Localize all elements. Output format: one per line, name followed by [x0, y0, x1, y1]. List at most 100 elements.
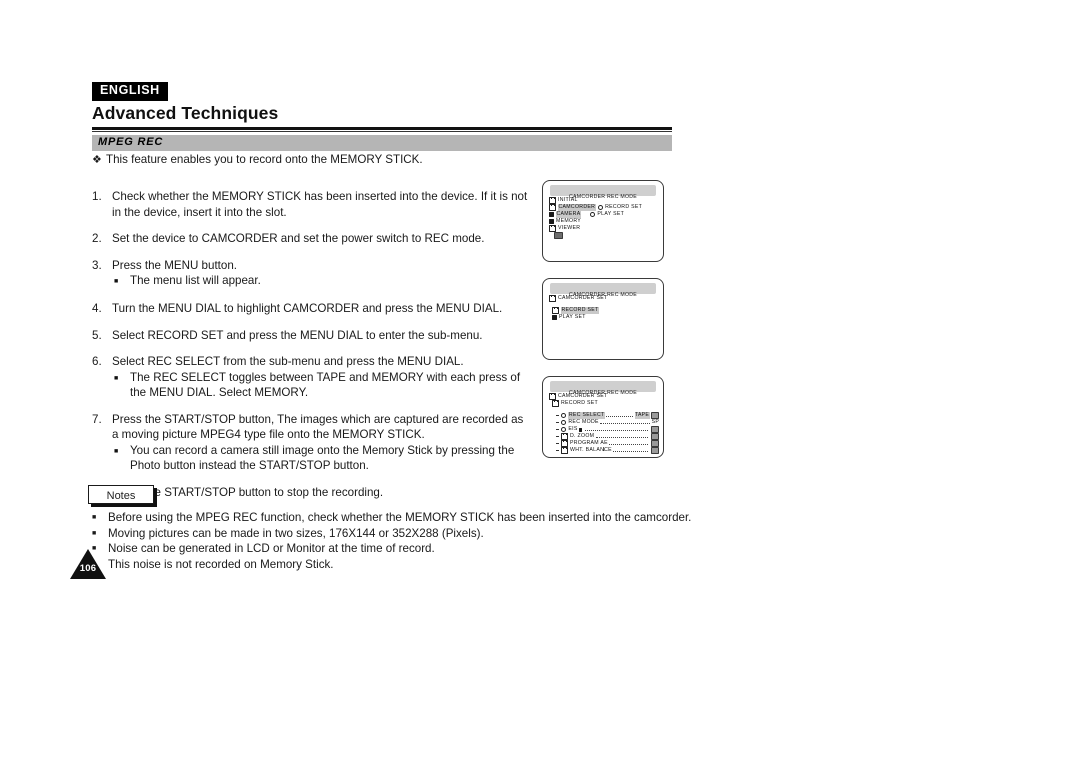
folder-icon — [552, 306, 559, 314]
lcd-menu-label: REC MODE — [568, 419, 599, 425]
ring-icon — [561, 412, 567, 419]
folder-icon — [549, 224, 556, 232]
notes-label: Notes — [106, 490, 136, 502]
lcd-menu-label: RECORD SET — [561, 400, 599, 406]
step-item: 8.Press the START/STOP button to stop th… — [92, 485, 532, 501]
steps-list: 1. Check whether the MEMORY STICK has bee… — [92, 189, 532, 511]
title-divider-secondary — [92, 131, 672, 132]
step-row: 3. Press the MENU button. — [92, 258, 532, 274]
step-number: 4. — [92, 302, 102, 315]
step-text: Press the START/STOP button to stop the … — [112, 485, 384, 499]
battery-icon — [554, 232, 563, 239]
ring-icon — [597, 204, 604, 211]
section-title: MPEG REC — [98, 136, 164, 148]
lcd-battery-indicator — [549, 232, 659, 239]
lcd-menu-item-rec-select: REC SELECT TAPE — [549, 412, 659, 419]
step-subnote: ■ The REC SELECT toggles between TAPE and… — [114, 370, 532, 401]
leader-dots — [606, 412, 634, 418]
lcd-menu-item-memory: MEMORY — [549, 218, 659, 225]
folder-icon — [561, 432, 568, 440]
step-row: 5. Select RECORD SET and press the MENU D… — [92, 328, 532, 344]
page-number-badge: 106 — [70, 549, 106, 579]
eis-symbol-icon — [578, 427, 582, 432]
step-text: Press the START/STOP button, The images … — [112, 412, 524, 442]
lcd-menu-value: SP — [651, 419, 659, 425]
note-item: ■ Noise can be generated in LCD or Monito… — [92, 541, 672, 557]
step-text: Select RECORD SET and press the MENU DIA… — [112, 328, 483, 342]
dash-icon — [556, 443, 559, 444]
lcd-menu-item-record-set: RECORD SET — [549, 399, 659, 407]
lcd-menu-body: CAMCORDER SET RECORD SET PLAY SET — [549, 294, 659, 356]
step-number: 1. — [92, 190, 102, 203]
step-item: 7. Press the START/STOP button, The image… — [92, 412, 532, 474]
step-row: 8.Press the START/STOP button to stop th… — [92, 485, 532, 501]
step-subnote-text: The menu list will appear. — [130, 274, 261, 287]
step-row: 7. Press the START/STOP button, The image… — [92, 412, 532, 443]
diamond-bullet-icon: ❖ — [92, 154, 102, 166]
lcd-menu-label: D. ZOOM — [570, 433, 595, 439]
step-text: Select REC SELECT from the sub-menu and … — [112, 355, 464, 368]
note-text: Noise can be generated in LCD or Monitor… — [108, 542, 435, 555]
lcd-menu-label: MEMORY — [556, 218, 582, 224]
ring-icon — [561, 419, 567, 426]
intro-text: This feature enables you to record onto … — [106, 153, 423, 166]
lcd-menu-label: VIEWER — [558, 225, 581, 231]
lcd-screen-record-set-submenu: CAMCORDER REC MODE CAMCORDER SET RECORD … — [542, 376, 664, 458]
lcd-screen-menu-main: CAMCORDER REC MODE INITIAL CAMCORDER REC… — [542, 180, 664, 262]
filled-square-icon — [552, 315, 557, 320]
value-chip-icon — [651, 433, 659, 440]
folder-open-icon — [549, 392, 556, 400]
leader-dots — [585, 426, 648, 432]
note-text: Moving pictures can be made in two sizes… — [108, 526, 484, 540]
leader-dots — [595, 433, 648, 439]
page-title: Advanced Techniques — [92, 103, 279, 123]
folder-icon — [549, 196, 556, 204]
step-row: 6. Select REC SELECT from the sub-menu an… — [92, 354, 532, 370]
folder-open-icon — [552, 399, 559, 407]
note-item: ■ Before using the MPEG REC function, che… — [92, 510, 691, 526]
dash-icon — [556, 429, 559, 430]
step-item: 5. Select RECORD SET and press the MENU D… — [92, 328, 532, 344]
lcd-submenu-label: RECORD SET — [605, 204, 643, 210]
step-subnote: ■ The menu list will appear. — [114, 273, 532, 290]
manual-page: ENGLISH Advanced Techniques MPEG REC ❖ Th… — [0, 0, 1080, 763]
notes-tab: Notes — [88, 485, 154, 504]
lcd-menu-label: REC SELECT — [568, 412, 605, 419]
note-continuation-text: This noise is not recorded on Memory Sti… — [108, 557, 334, 571]
lcd-menu-item-record-set: RECORD SET — [549, 306, 659, 314]
square-bullet-icon: ■ — [114, 447, 119, 455]
dash-icon — [556, 436, 559, 437]
lcd-submenu-label: PLAY SET — [597, 211, 625, 217]
ring-icon — [590, 211, 596, 218]
step-text: Press the MENU button. — [112, 258, 238, 272]
step-item: 3. Press the MENU button. ■ The menu list w… — [92, 258, 532, 291]
step-row: 4. Turn the MENU DIAL to highlight CAMCOR… — [92, 301, 532, 317]
lcd-menu-item-camcorder-set: CAMCORDER SET — [549, 294, 659, 302]
step-number: 2. — [92, 232, 102, 245]
step-number: 5. — [92, 328, 102, 342]
scroll-down-arrow-icon: ↓ — [602, 446, 606, 453]
lcd-menu-label-selected: CAMCORDER — [558, 204, 596, 211]
dash-icon — [556, 422, 559, 423]
step-item: 4. Turn the MENU DIAL to highlight CAMCOR… — [92, 301, 532, 317]
lcd-menu-value: TAPE — [634, 412, 650, 419]
lcd-title-bar: CAMCORDER REC MODE — [550, 185, 656, 200]
step-subnote: ■ You can record a camera still image ont… — [114, 443, 532, 474]
step-item: 6. Select REC SELECT from the sub-menu an… — [92, 354, 532, 401]
step-row: 2. Set the device to CAMCORDER and set th… — [92, 231, 532, 247]
notes-list: ■ Before using the MPEG REC function, che… — [92, 510, 691, 572]
ring-icon — [561, 426, 567, 433]
leader-dots — [600, 419, 651, 425]
value-chip-icon — [651, 412, 659, 419]
square-bullet-icon: ■ — [114, 278, 119, 285]
value-chip-icon — [651, 426, 659, 433]
lcd-menu-label: INITIAL — [558, 197, 578, 203]
leader-dots — [609, 440, 648, 446]
lcd-menu-item-camcorder-set: CAMCORDER SET — [549, 392, 659, 400]
square-bullet-icon: ■ — [114, 374, 119, 382]
step-number: 3. — [92, 258, 102, 272]
square-bullet-icon: ■ — [92, 529, 97, 537]
step-item: 2. Set the device to CAMCORDER and set th… — [92, 231, 532, 247]
note-item: ■ Moving pictures can be made in two size… — [92, 526, 672, 542]
section-header-bar: MPEG REC — [92, 135, 672, 151]
